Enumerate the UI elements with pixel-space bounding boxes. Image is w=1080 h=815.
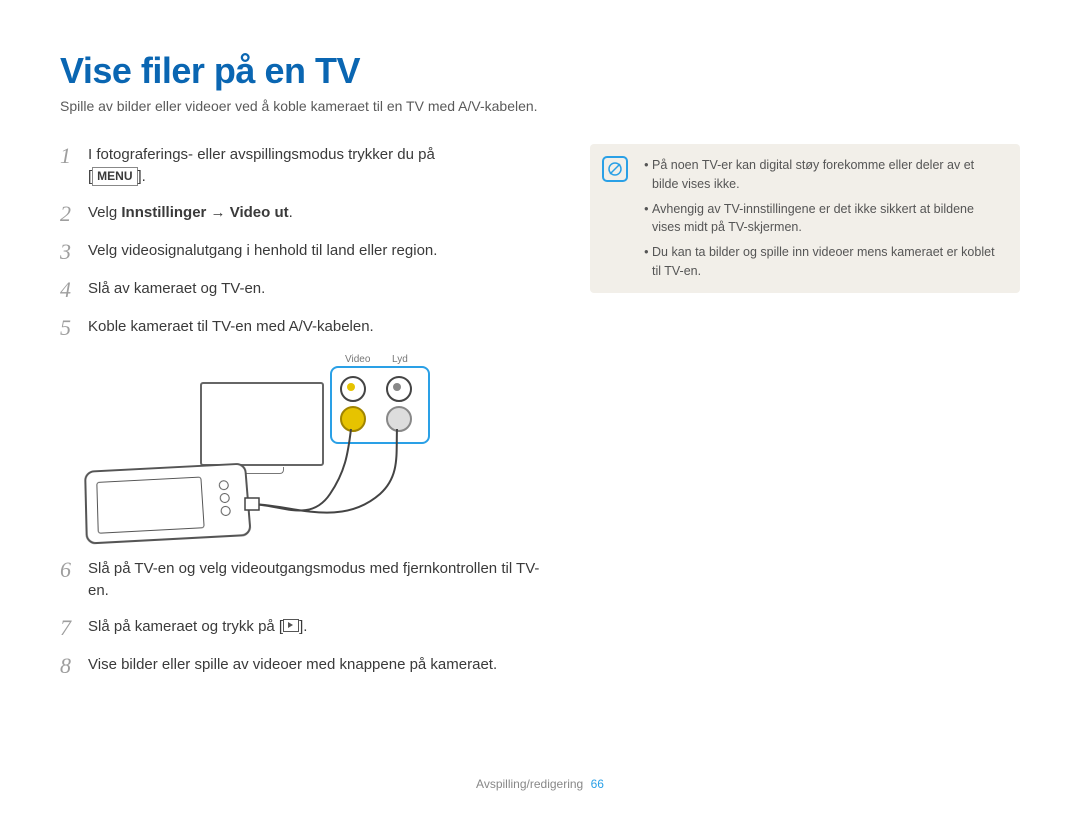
menu-chip: MENU (92, 167, 137, 186)
step-body: Slå på kameraet og trykk på []. (88, 616, 550, 640)
step-number: 5 (60, 316, 78, 340)
step-number: 2 (60, 202, 78, 226)
play-icon (283, 619, 299, 632)
camera-buttons (209, 477, 240, 520)
step-text: Slå på kameraet og trykk på [ (88, 618, 283, 635)
step-7: 7 Slå på kameraet og trykk på []. (60, 616, 550, 640)
video-label: Video (345, 354, 370, 365)
notes-column: På noen TV-er kan digital støy forekomme… (590, 144, 1020, 692)
step-text-tail: . (289, 204, 293, 221)
step-number: 3 (60, 240, 78, 264)
note-item: På noen TV-er kan digital støy forekomme… (652, 156, 1004, 194)
connection-diagram: Video Lyd (80, 354, 440, 544)
page-footer: Avspilling/redigering 66 (0, 777, 1080, 791)
audio-label: Lyd (392, 354, 408, 365)
step-5: 5 Koble kameraet til TV-en med A/V-kabel… (60, 316, 550, 340)
camera-icon (84, 463, 252, 545)
step-8: 8 Vise bilder eller spille av videoer me… (60, 654, 550, 678)
step-text-tail: ]. (299, 618, 307, 635)
step-body: Vise bilder eller spille av videoer med … (88, 654, 550, 678)
page-title: Vise filer på en TV (60, 50, 1020, 92)
step-number: 8 (60, 654, 78, 678)
page-subtitle: Spille av bilder eller videoer ved å kob… (60, 98, 1020, 114)
step-6: 6 Slå på TV-en og velg videoutgangsmodus… (60, 558, 550, 602)
note-list: På noen TV-er kan digital støy forekomme… (638, 156, 1004, 281)
tv-icon (200, 382, 324, 466)
steps-column: 1 I fotograferings- eller avspillingsmod… (60, 144, 550, 692)
note-item: Du kan ta bilder og spille inn videoer m… (652, 243, 1004, 281)
step-text: Velg (88, 204, 121, 221)
step-number: 7 (60, 616, 78, 640)
step-1: 1 I fotograferings- eller avspillingsmod… (60, 144, 550, 188)
step-4: 4 Slå av kameraet og TV-en. (60, 278, 550, 302)
step-number: 4 (60, 278, 78, 302)
step-body: Velg videosignalutgang i henhold til lan… (88, 240, 550, 264)
note-icon (602, 156, 628, 182)
step-number: 6 (60, 558, 78, 602)
camera-screen (96, 477, 204, 534)
step-body: I fotograferings- eller avspillingsmodus… (88, 144, 550, 188)
content-columns: 1 I fotograferings- eller avspillingsmod… (60, 144, 1020, 692)
bracket-close: ]. (138, 168, 146, 185)
step-body: Slå av kameraet og TV-en. (88, 278, 550, 302)
step-text: I fotograferings- eller avspillingsmodus… (88, 146, 435, 163)
manual-page: Vise filer på en TV Spille av bilder ell… (0, 0, 1080, 815)
step-2: 2 Velg Innstillinger → Video ut. (60, 202, 550, 226)
note-item: Avhengig av TV-innstillingene er det ikk… (652, 200, 1004, 238)
note-box: På noen TV-er kan digital støy forekomme… (590, 144, 1020, 293)
footer-section: Avspilling/redigering (476, 777, 583, 791)
step-body: Velg Innstillinger → Video ut. (88, 202, 550, 226)
page-number: 66 (591, 777, 604, 791)
step-body: Koble kameraet til TV-en med A/V-kabelen… (88, 316, 550, 340)
step-bold: Innstillinger → Video ut (121, 204, 288, 221)
step-body: Slå på TV-en og velg videoutgangsmodus m… (88, 558, 550, 602)
step-3: 3 Velg videosignalutgang i henhold til l… (60, 240, 550, 264)
step-number: 1 (60, 144, 78, 188)
